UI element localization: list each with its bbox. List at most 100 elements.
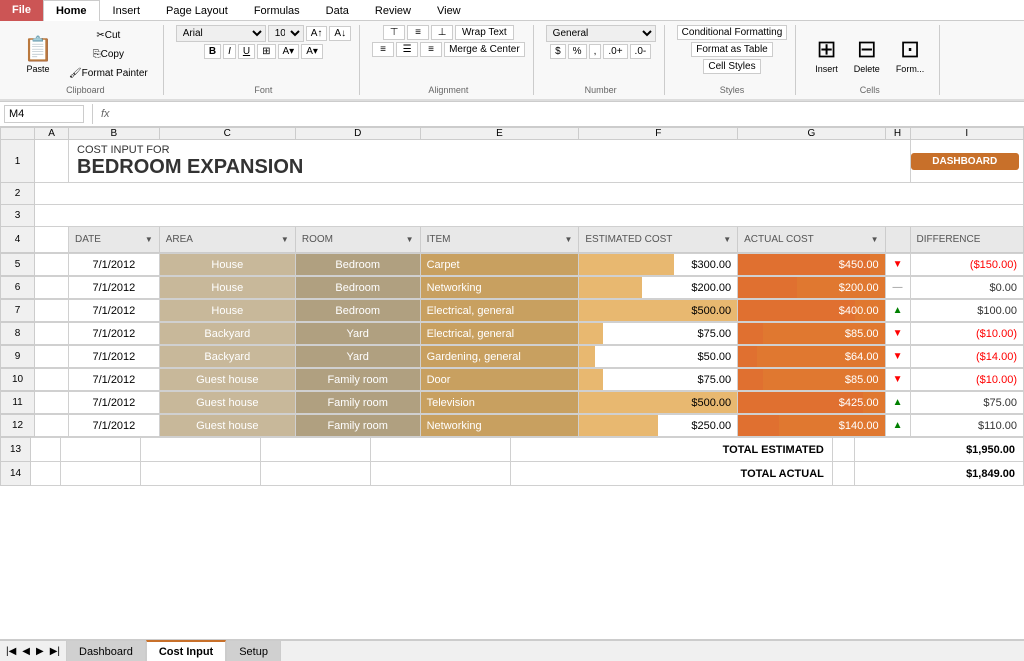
align-top-button[interactable]: ⊤ — [383, 25, 405, 40]
room-cell[interactable]: Bedroom — [295, 254, 420, 276]
estimated-cost-cell[interactable]: $50.00 — [579, 346, 738, 368]
date-cell[interactable]: 7/1/2012 — [69, 300, 160, 322]
align-right-button[interactable]: ≡ — [420, 42, 442, 57]
decrease-decimal-button[interactable]: .0- — [630, 44, 652, 59]
cell-styles-button[interactable]: Cell Styles — [703, 59, 760, 74]
tab-dashboard[interactable]: Dashboard — [66, 640, 146, 661]
merge-center-button[interactable]: Merge & Center — [444, 42, 525, 57]
estimated-cost-cell[interactable]: $300.00 — [579, 254, 738, 276]
estimated-cost-cell[interactable]: $200.00 — [579, 277, 738, 299]
align-bottom-button[interactable]: ⊥ — [431, 25, 453, 40]
actual-cost-cell[interactable]: $400.00 — [738, 300, 885, 322]
formula-input[interactable] — [114, 108, 1020, 120]
room-col-header[interactable]: ROOM ▼ — [295, 227, 420, 253]
room-cell[interactable]: Yard — [295, 323, 420, 345]
col-header-d[interactable]: D — [295, 128, 420, 140]
delete-button[interactable]: ⊟ Delete — [847, 32, 887, 77]
col-header-e[interactable]: E — [420, 128, 579, 140]
estimated-cost-cell[interactable]: $250.00 — [579, 415, 738, 437]
name-box[interactable] — [4, 105, 84, 123]
date-cell[interactable]: 7/1/2012 — [69, 415, 160, 437]
actual-filter-icon[interactable]: ▼ — [871, 235, 879, 244]
date-cell[interactable]: 7/1/2012 — [69, 254, 160, 276]
align-center-button[interactable]: ☰ — [396, 42, 418, 57]
area-cell[interactable]: Guest house — [159, 392, 295, 414]
font-color-button[interactable]: A▾ — [301, 44, 323, 59]
tab-scroll-first[interactable]: |◀ — [4, 646, 18, 657]
actual-cost-cell[interactable]: $85.00 — [738, 369, 885, 391]
font-family-select[interactable]: Arial — [176, 25, 266, 42]
item-cell[interactable]: Electrical, general — [420, 323, 579, 345]
item-cell[interactable]: Networking — [420, 415, 579, 437]
item-cell[interactable]: Carpet — [420, 254, 579, 276]
date-cell[interactable]: 7/1/2012 — [69, 346, 160, 368]
bold-button[interactable]: B — [204, 44, 221, 59]
actual-cost-cell[interactable]: $200.00 — [738, 277, 885, 299]
border-button[interactable]: ⊞ — [257, 44, 275, 59]
percent-button[interactable]: % — [568, 44, 587, 59]
col-header-h[interactable]: H — [885, 128, 910, 140]
grow-font-button[interactable]: A↑ — [306, 26, 328, 41]
actual-cost-cell[interactable]: $64.00 — [738, 346, 885, 368]
date-filter-icon[interactable]: ▼ — [145, 235, 153, 244]
tab-setup[interactable]: Setup — [226, 640, 281, 661]
italic-button[interactable]: I — [223, 44, 236, 59]
format-painter-button[interactable]: 🖌 Format Painter — [62, 65, 155, 82]
estimated-cost-cell[interactable]: $75.00 — [579, 369, 738, 391]
room-cell[interactable]: Bedroom — [295, 300, 420, 322]
room-cell[interactable]: Family room — [295, 392, 420, 414]
paste-button[interactable]: 📋 Paste — [16, 32, 60, 77]
tab-cost-input[interactable]: Cost Input — [146, 640, 226, 661]
col-header-f[interactable]: F — [579, 128, 738, 140]
number-format-select[interactable]: General — [546, 25, 656, 42]
fill-color-button[interactable]: A▾ — [278, 44, 300, 59]
room-filter-icon[interactable]: ▼ — [406, 235, 414, 244]
tab-view[interactable]: View — [424, 0, 474, 21]
tab-insert[interactable]: Insert — [100, 0, 154, 21]
col-header-c[interactable]: C — [159, 128, 295, 140]
dollar-button[interactable]: $ — [550, 44, 566, 59]
format-button[interactable]: ⊡ Form... — [889, 32, 932, 77]
col-header-g[interactable]: G — [738, 128, 885, 140]
wrap-text-button[interactable]: Wrap Text — [455, 25, 514, 40]
date-cell[interactable]: 7/1/2012 — [69, 369, 160, 391]
item-col-header[interactable]: ITEM ▼ — [420, 227, 579, 253]
item-filter-icon[interactable]: ▼ — [564, 235, 572, 244]
comma-button[interactable]: , — [589, 44, 602, 59]
item-cell[interactable]: Electrical, general — [420, 300, 579, 322]
col-header-i[interactable]: I — [910, 128, 1024, 140]
tab-file[interactable]: File — [0, 0, 43, 21]
cut-button[interactable]: ✂ Cut — [62, 27, 155, 44]
actual-cost-cell[interactable]: $450.00 — [738, 254, 885, 276]
tab-scroll-prev[interactable]: ◀ — [20, 646, 32, 657]
actual-cost-cell[interactable]: $425.00 — [738, 392, 885, 414]
area-filter-icon[interactable]: ▼ — [281, 235, 289, 244]
tab-home[interactable]: Home — [43, 0, 100, 21]
date-cell[interactable]: 7/1/2012 — [69, 277, 160, 299]
est-filter-icon[interactable]: ▼ — [723, 235, 731, 244]
date-cell[interactable]: 7/1/2012 — [69, 392, 160, 414]
font-size-select[interactable]: 10 — [268, 25, 304, 42]
item-cell[interactable]: Door — [420, 369, 579, 391]
conditional-formatting-button[interactable]: Conditional Formatting — [677, 25, 788, 40]
estimated-cost-cell[interactable]: $75.00 — [579, 323, 738, 345]
tab-scroll-last[interactable]: ▶| — [48, 646, 62, 657]
underline-button[interactable]: U — [238, 44, 255, 59]
shrink-font-button[interactable]: A↓ — [329, 26, 351, 41]
room-cell[interactable]: Family room — [295, 415, 420, 437]
est-cost-col-header[interactable]: ESTIMATED COST ▼ — [579, 227, 738, 253]
room-cell[interactable]: Bedroom — [295, 277, 420, 299]
copy-button[interactable]: ⎘ Copy — [62, 46, 155, 63]
dashboard-button[interactable]: DASHBOARD — [911, 153, 1020, 170]
area-cell[interactable]: House — [159, 277, 295, 299]
diff-col-header[interactable]: DIFFERENCE — [910, 227, 1024, 253]
item-cell[interactable]: Television — [420, 392, 579, 414]
area-cell[interactable]: House — [159, 254, 295, 276]
area-cell[interactable]: Guest house — [159, 369, 295, 391]
date-cell[interactable]: 7/1/2012 — [69, 323, 160, 345]
align-left-button[interactable]: ≡ — [372, 42, 394, 57]
area-cell[interactable]: Guest house — [159, 415, 295, 437]
item-cell[interactable]: Networking — [420, 277, 579, 299]
tab-formulas[interactable]: Formulas — [241, 0, 313, 21]
actual-cost-cell[interactable]: $140.00 — [738, 415, 885, 437]
